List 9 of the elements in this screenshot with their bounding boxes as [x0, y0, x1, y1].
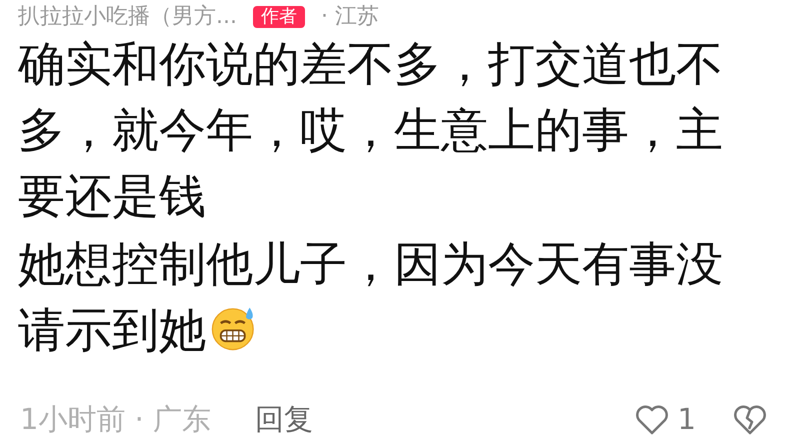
location-text: · 江苏: [320, 6, 379, 28]
time-location-text: 1小时前 · 广东: [20, 401, 212, 438]
reply-button[interactable]: 回复: [255, 398, 314, 442]
like-count: 1: [678, 401, 696, 438]
heart-icon[interactable]: [634, 404, 670, 436]
comment-text: 她想控制他儿子，因为今天有事没请示到她: [17, 236, 724, 360]
broken-heart-icon[interactable]: [732, 404, 768, 436]
comment-text: 确实和你说的差不多，打交道也不多，就今年，哎，生意上的事，主要还是钱: [17, 36, 724, 226]
author-badge: 作者: [252, 6, 305, 28]
